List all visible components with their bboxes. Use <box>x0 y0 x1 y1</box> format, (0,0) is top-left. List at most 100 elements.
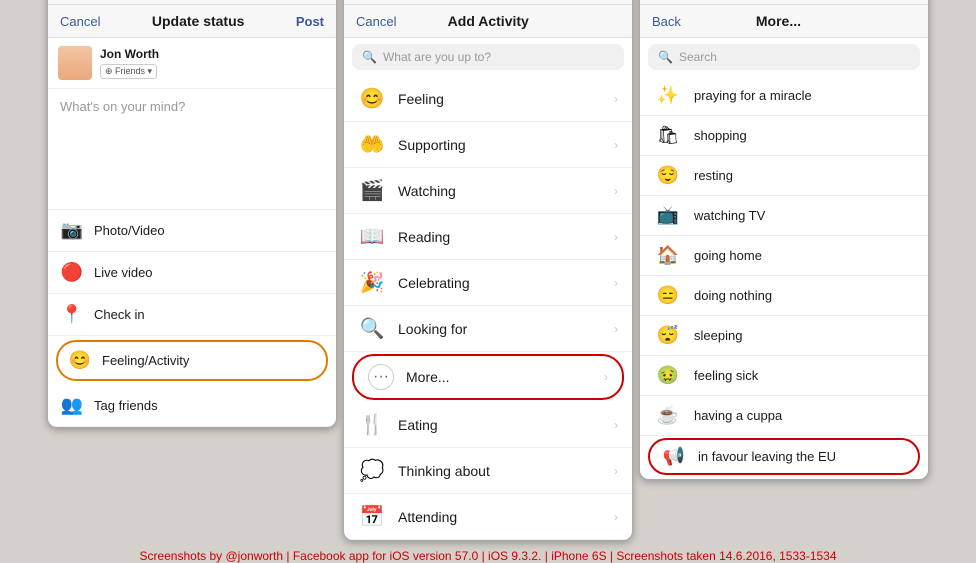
list-item-celebrating[interactable]: 🎉 Celebrating › <box>344 260 632 306</box>
chevron-feeling: › <box>614 92 618 106</box>
search-bar-3[interactable]: 🔍 Search <box>648 44 920 70</box>
user-info: Jon Worth ⊕ Friends ▾ <box>100 47 159 79</box>
icons-1: ↑ ✦ 78% ▮ <box>285 0 328 1</box>
supporting-icon: 🤲 <box>358 132 386 157</box>
status-input[interactable]: What's on your mind? <box>48 89 336 169</box>
nav-title-1: Update status <box>152 13 245 29</box>
chevron-reading: › <box>614 230 618 244</box>
list-item-thinking[interactable]: 💭 Thinking about › <box>344 448 632 494</box>
list-item-supporting[interactable]: 🤲 Supporting › <box>344 122 632 168</box>
more-label: More... <box>406 369 450 385</box>
action-tag-friends[interactable]: 👥 Tag friends <box>48 385 336 427</box>
carrier-2: ●●●○○ Drillisch ✦ <box>352 0 427 1</box>
action-label-checkin: Check in <box>94 307 145 322</box>
list-item-looking[interactable]: 🔍 Looking for › <box>344 306 632 352</box>
activity-list: 😊 Feeling › 🤲 Supporting › 🎬 Watching › <box>344 76 632 540</box>
more-item-feeling-sick[interactable]: 🤢 feeling sick <box>640 356 928 396</box>
action-check-in[interactable]: 📍 Check in <box>48 294 336 336</box>
live-icon: 🔴 <box>60 262 84 283</box>
action-list-1: 📷 Photo/Video 🔴 Live video 📍 Check in 😊 … <box>48 209 336 427</box>
more-item-eu[interactable]: 📢 in favour leaving the EU <box>648 438 920 475</box>
more-item-watching-tv[interactable]: 📺 watching TV <box>640 196 928 236</box>
nav-bar-2: Cancel Add Activity <box>344 5 632 38</box>
avatar <box>58 46 92 80</box>
action-photo-video[interactable]: 📷 Photo/Video <box>48 210 336 252</box>
list-item-more[interactable]: ··· More... › <box>352 354 624 400</box>
search-icon-2: 🔍 <box>362 50 377 64</box>
feeling-sick-label: feeling sick <box>694 368 758 383</box>
praying-icon: ✨ <box>654 85 682 106</box>
nav-title-3: More... <box>756 13 801 29</box>
chevron-eating: › <box>614 418 618 432</box>
list-item-feeling[interactable]: 😊 Feeling › <box>344 76 632 122</box>
watching-tv-label: watching TV <box>694 208 765 223</box>
more-icon: ··· <box>368 364 394 390</box>
more-item-resting[interactable]: 😌 resting <box>640 156 928 196</box>
supporting-label: Supporting <box>398 137 466 153</box>
chevron-watching: › <box>614 184 618 198</box>
friends-badge[interactable]: ⊕ Friends ▾ <box>100 64 157 79</box>
watching-tv-icon: 📺 <box>654 205 682 226</box>
action-live-video[interactable]: 🔴 Live video <box>48 252 336 294</box>
cancel-button-2[interactable]: Cancel <box>356 14 396 29</box>
watching-icon: 🎬 <box>358 178 386 203</box>
location-icon: 📍 <box>60 304 84 325</box>
back-button[interactable]: Back <box>652 14 681 29</box>
chevron-thinking: › <box>614 464 618 478</box>
chevron-supporting: › <box>614 138 618 152</box>
doing-nothing-icon: 😑 <box>654 285 682 306</box>
time-3: 15:34 <box>788 0 814 1</box>
cancel-button-1[interactable]: Cancel <box>60 14 100 29</box>
more-item-doing-nothing[interactable]: 😑 doing nothing <box>640 276 928 316</box>
carrier-1: ●●●○○ Drillisch ✦ <box>56 0 131 1</box>
caption: Screenshots by @jonworth | Facebook app … <box>8 549 968 563</box>
sick-icon: 🤢 <box>654 365 682 386</box>
doing-nothing-label: doing nothing <box>694 288 772 303</box>
icons-3: ↑ ✦ 78% ▮ <box>877 0 920 1</box>
list-item-eating[interactable]: 🍴 Eating › <box>344 402 632 448</box>
list-item-reading[interactable]: 📖 Reading › <box>344 214 632 260</box>
friends-label: ⊕ Friends ▾ <box>105 66 152 77</box>
search-icon-3: 🔍 <box>658 50 673 64</box>
chevron-attending: › <box>614 510 618 524</box>
action-feeling[interactable]: 😊 Feeling/Activity <box>56 340 328 381</box>
icons-2: ↑ ✦ 78% ▮ <box>581 0 624 1</box>
praying-label: praying for a miracle <box>694 88 812 103</box>
resting-label: resting <box>694 168 733 183</box>
more-item-sleeping[interactable]: 😴 sleeping <box>640 316 928 356</box>
search-placeholder-3: Search <box>679 50 717 64</box>
search-placeholder-2: What are you up to? <box>383 50 491 64</box>
phone-2: ●●●○○ Drillisch ✦ 15:33 ↑ ✦ 78% ▮ Cancel… <box>343 0 633 541</box>
more-item-going-home[interactable]: 🏠 going home <box>640 236 928 276</box>
thinking-label: Thinking about <box>398 463 490 479</box>
feeling-icon: 😊 <box>68 350 92 371</box>
camera-icon: 📷 <box>60 220 84 241</box>
user-row: Jon Worth ⊕ Friends ▾ <box>48 38 336 89</box>
looking-icon: 🔍 <box>358 316 386 341</box>
phone-1: ●●●○○ Drillisch ✦ 15:33 ↑ ✦ 78% ▮ Cancel… <box>47 0 337 428</box>
reading-icon: 📖 <box>358 224 386 249</box>
more-item-praying[interactable]: ✨ praying for a miracle <box>640 76 928 116</box>
search-bar-2[interactable]: 🔍 What are you up to? <box>352 44 624 70</box>
eating-icon: 🍴 <box>358 412 386 437</box>
avatar-face <box>58 46 92 80</box>
action-label-live: Live video <box>94 265 153 280</box>
shopping-icon: 🛍 <box>654 125 682 146</box>
more-item-shopping[interactable]: 🛍 shopping <box>640 116 928 156</box>
attending-icon: 📅 <box>358 504 386 529</box>
feeling-list-icon: 😊 <box>358 86 386 111</box>
post-button[interactable]: Post <box>296 14 324 29</box>
more-item-cuppa[interactable]: ☕ having a cuppa <box>640 396 928 436</box>
celebrating-label: Celebrating <box>398 275 470 291</box>
chevron-looking: › <box>614 322 618 336</box>
sleeping-label: sleeping <box>694 328 742 343</box>
action-label-tag: Tag friends <box>94 398 158 413</box>
eu-label: in favour leaving the EU <box>698 449 836 464</box>
list-item-watching[interactable]: 🎬 Watching › <box>344 168 632 214</box>
watching-label: Watching <box>398 183 456 199</box>
shopping-label: shopping <box>694 128 747 143</box>
nav-title-2: Add Activity <box>448 13 529 29</box>
list-item-attending[interactable]: 📅 Attending › <box>344 494 632 540</box>
chevron-more: › <box>604 370 608 384</box>
screenshots-container: ●●●○○ Drillisch ✦ 15:33 ↑ ✦ 78% ▮ Cancel… <box>47 0 929 541</box>
